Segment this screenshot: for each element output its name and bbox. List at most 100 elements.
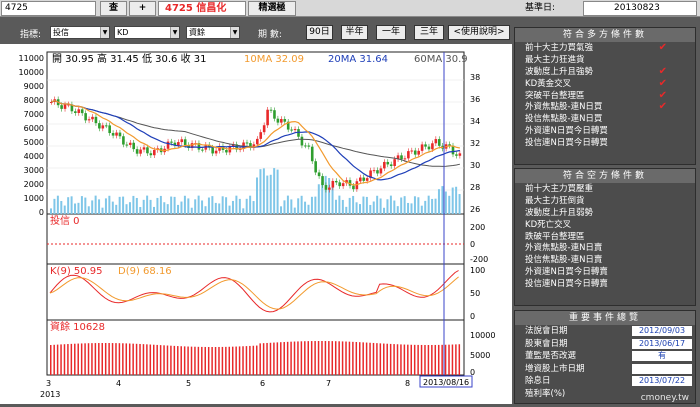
candle-body — [376, 170, 379, 174]
candle-body — [201, 149, 204, 151]
candle-body — [211, 147, 214, 154]
volume-bar — [70, 196, 73, 214]
candle-body — [177, 142, 180, 146]
candle-body — [410, 150, 414, 152]
volume-bar — [146, 195, 149, 214]
query-button[interactable]: 查 — [100, 1, 127, 16]
finance-bar — [163, 345, 165, 375]
svg-text:10000: 10000 — [470, 331, 495, 340]
finance-bar — [187, 346, 189, 375]
volume-bar — [249, 195, 252, 214]
help-button[interactable]: <使用說明> — [448, 25, 510, 40]
finance-bar — [53, 344, 55, 375]
finance-bar — [84, 343, 86, 375]
candle-body — [362, 177, 366, 181]
list-item[interactable]: 跌破平台整理區 — [515, 231, 695, 243]
list-item[interactable]: 最大主力狂進貨 — [515, 54, 695, 66]
volume-bar — [177, 204, 180, 214]
stock-chart: 開 30.95 高 31.45 低 30.6 收 31 10MA 32.09 2… — [0, 44, 512, 404]
volume-bar — [310, 196, 313, 214]
base-date-field[interactable]: 20130823 — [583, 1, 697, 16]
volume-bar — [252, 201, 255, 214]
list-item[interactable]: 投信焦點股-連N日買 — [515, 113, 695, 125]
list-item[interactable]: 外資焦點股-連N日賣 — [515, 242, 695, 254]
stock-code-input[interactable]: 4725 — [1, 1, 96, 16]
period-three-year-button[interactable]: 三年 — [414, 25, 444, 40]
volume-bar — [362, 196, 365, 214]
volume-bar — [139, 206, 142, 214]
list-item[interactable]: 投信連N日買今日轉買 — [515, 137, 695, 149]
indicator-select[interactable]: 投信 ▼ — [50, 26, 110, 39]
period-90d-button[interactable]: 90日 — [306, 25, 333, 40]
period-one-year-button[interactable]: 一年 — [376, 25, 406, 40]
period-half-year-button[interactable]: 半年 — [341, 25, 368, 40]
candle-body — [324, 185, 328, 190]
list-item[interactable]: 外資連N日買今日轉賣 — [515, 266, 695, 278]
volume-bar — [135, 197, 138, 214]
finance-bar — [118, 343, 121, 375]
list-item[interactable]: 前十大主力買壓重 — [515, 183, 695, 195]
candle-body — [115, 132, 118, 136]
candle-body — [77, 109, 81, 113]
finance-bar — [183, 346, 186, 375]
finance-bar — [98, 343, 100, 375]
svg-text:2000: 2000 — [24, 180, 44, 189]
candle-body — [334, 180, 338, 183]
event-value — [632, 363, 692, 374]
mode-button[interactable]: 精選極 — [248, 1, 296, 16]
kd-select[interactable]: KD ▼ — [114, 26, 180, 39]
finance-bar — [115, 343, 117, 375]
volume-bar — [87, 206, 90, 214]
svg-text:8000: 8000 — [24, 96, 44, 105]
finance-bar — [448, 344, 450, 375]
bull-conditions-panel: 符合多方條件數 前十大主力買氣強 ✔ 最大主力狂進貨 波動度上升且強勢 ✔ KD黃金… — [514, 27, 696, 165]
list-item[interactable]: 外資焦點股-連N日買 ✔ — [515, 101, 695, 113]
finance-bar — [166, 345, 169, 375]
list-item[interactable]: 前十大主力買氣強 ✔ — [515, 42, 695, 54]
finance-bar — [331, 341, 334, 375]
volume-bar — [256, 177, 258, 214]
svg-text:100: 100 — [470, 266, 485, 275]
volume-bar — [173, 196, 176, 214]
finance-bar — [341, 341, 344, 375]
list-item[interactable]: 投信焦點股-連N日賣 — [515, 254, 695, 266]
list-item[interactable]: 波動度上升且弱勢 — [515, 207, 695, 219]
list-item[interactable]: 波動度上升且強勢 ✔ — [515, 66, 695, 78]
candle-body — [91, 116, 94, 120]
volume-bar — [204, 206, 207, 214]
finance-axis: 10000 5000 0 — [470, 331, 495, 377]
volume-bar — [348, 197, 351, 214]
list-item: 股東會日期 2013/06/17 — [515, 338, 695, 351]
finance-select[interactable]: 資餘 ▼ — [186, 26, 240, 39]
finance-bar — [273, 342, 275, 375]
volume-bar — [389, 195, 392, 214]
finance-bar — [238, 346, 241, 375]
list-item[interactable]: 外資連N日買今日轉買 — [515, 125, 695, 137]
list-item: 除息日 2013/07/22 — [515, 375, 695, 388]
finance-bar — [386, 343, 388, 375]
finance-bar — [149, 344, 152, 375]
candle-body — [338, 182, 341, 187]
candle-body — [341, 183, 345, 187]
list-item[interactable]: 投信連N日買今日轉賣 — [515, 278, 695, 290]
volume-bar — [128, 202, 131, 214]
list-item[interactable]: KD黃金交叉 ✔ — [515, 78, 695, 90]
finance-bar — [211, 346, 213, 375]
list-item[interactable]: 突破平台整理區 ✔ — [515, 90, 695, 102]
add-button[interactable]: + — [129, 1, 156, 16]
finance-bar — [372, 342, 375, 375]
events-panel-title: 重要事件總覽 — [515, 311, 695, 325]
finance-bar — [458, 344, 461, 375]
candle-body — [262, 125, 266, 133]
candle-body — [455, 154, 458, 156]
list-item[interactable]: KD死亡交叉 — [515, 219, 695, 231]
volume-bar — [331, 187, 334, 214]
finance-bar — [310, 341, 313, 375]
svg-text:38: 38 — [470, 73, 480, 82]
list-item[interactable]: 最大主力狂倒貨 — [515, 195, 695, 207]
volume-bar — [420, 205, 423, 214]
finance-bar — [231, 346, 234, 375]
d-value-label: D(9) 68.16 — [118, 266, 172, 277]
volume-bar — [156, 197, 159, 214]
finance-bar — [77, 343, 79, 375]
